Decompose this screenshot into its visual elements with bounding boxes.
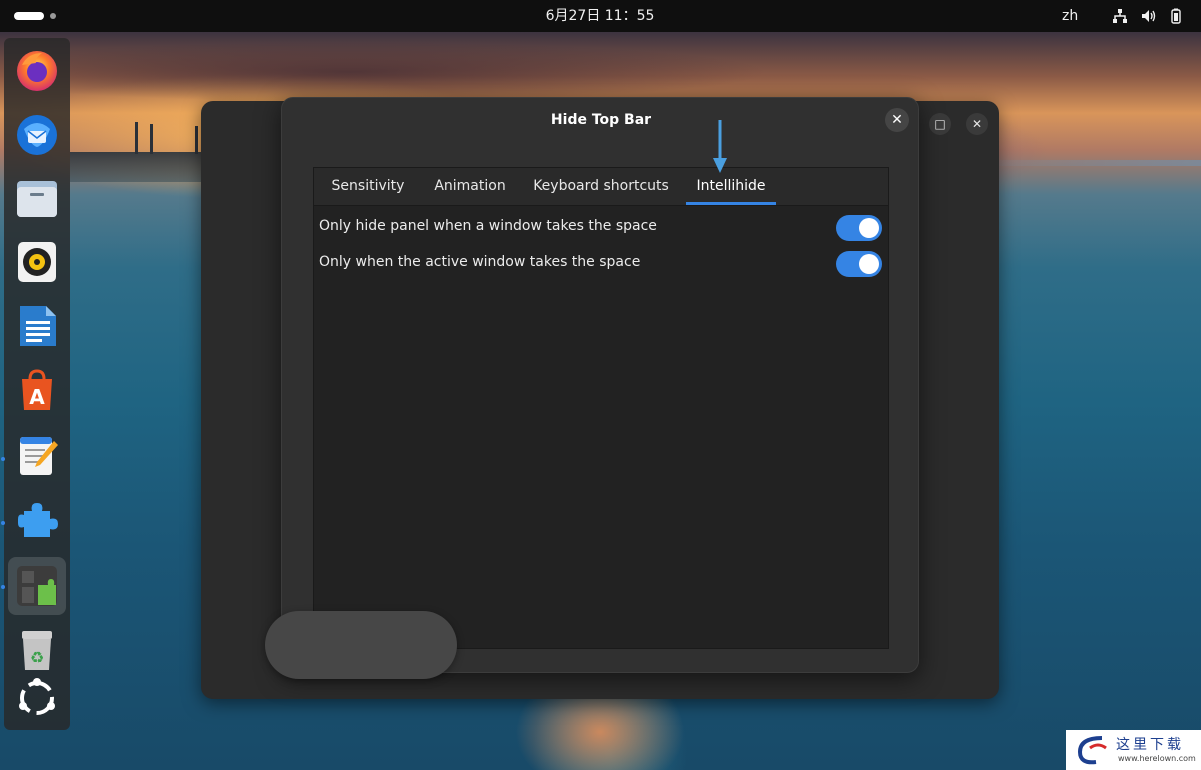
toggle-knob: [859, 254, 879, 274]
wallpaper-crane: [150, 124, 153, 154]
close-button[interactable]: ✕: [966, 113, 988, 135]
extension-manager-icon[interactable]: [14, 497, 60, 543]
running-indicator: [1, 457, 5, 461]
watermark-logo-icon: [1077, 736, 1107, 765]
running-indicator: [1, 521, 5, 525]
activities-indicator[interactable]: [14, 12, 44, 20]
watermark-text: 这里下载: [1116, 737, 1184, 753]
maximize-button[interactable]: □: [929, 113, 951, 135]
tab-bar: Sensitivity Animation Keyboard shortcuts…: [314, 168, 888, 206]
app-center-icon[interactable]: A: [14, 367, 60, 413]
running-indicator: [1, 585, 5, 589]
hide-top-bar-dialog: Hide Top Bar ✕ Sensitivity Animation Key…: [281, 97, 919, 673]
toggle-hide-when-window-takes-space[interactable]: [836, 215, 882, 241]
rhythmbox-icon[interactable]: [14, 239, 60, 285]
network-icon[interactable]: [1112, 8, 1128, 24]
clock[interactable]: 6月27日 11：55: [500, 0, 700, 32]
trash-icon[interactable]: ♻: [14, 627, 60, 673]
wallpaper-crane: [135, 122, 138, 154]
setting-label-hide-when-window-takes-space: Only hide panel when a window takes the …: [319, 218, 657, 234]
wallpaper-clouds: [70, 42, 770, 102]
battery-icon[interactable]: [1168, 8, 1184, 24]
dialog-title: Hide Top Bar: [550, 112, 652, 128]
annotation-arrow-icon: [713, 120, 727, 173]
files-icon[interactable]: [14, 175, 60, 221]
watermark-url: www.herelown.com: [1118, 754, 1196, 763]
dock: A ♻: [1, 38, 70, 730]
tab-keyboard-shortcuts[interactable]: Keyboard shortcuts: [526, 168, 676, 205]
tab-sensitivity[interactable]: Sensitivity: [322, 168, 414, 205]
volume-icon[interactable]: [1140, 8, 1156, 24]
dialog-close-button[interactable]: ✕: [885, 108, 909, 132]
toggle-knob: [859, 218, 879, 238]
svg-text:♻: ♻: [30, 648, 44, 667]
tab-intellihide[interactable]: Intellihide: [686, 168, 776, 205]
input-language[interactable]: zh: [1062, 0, 1078, 32]
extensions-icon[interactable]: [14, 563, 60, 609]
notification-toast: [265, 611, 457, 679]
top-bar: 6月27日 11：55 zh: [0, 0, 1201, 32]
wallpaper-crane: [195, 126, 198, 154]
libreoffice-writer-icon[interactable]: [14, 303, 60, 349]
toggle-active-window-takes-space[interactable]: [836, 251, 882, 277]
svg-text:A: A: [29, 385, 45, 409]
tab-animation[interactable]: Animation: [422, 168, 518, 205]
firefox-icon[interactable]: [14, 47, 60, 93]
thunderbird-icon[interactable]: [14, 111, 60, 157]
workspace-dot[interactable]: [50, 13, 56, 19]
setting-label-active-window-takes-space: Only when the active window takes the sp…: [319, 254, 641, 270]
text-editor-icon[interactable]: [14, 433, 60, 479]
settings-notebook: Sensitivity Animation Keyboard shortcuts…: [313, 167, 889, 649]
watermark: 这里下载 www.herelown.com: [1066, 730, 1201, 770]
show-apps-icon[interactable]: [14, 675, 60, 721]
